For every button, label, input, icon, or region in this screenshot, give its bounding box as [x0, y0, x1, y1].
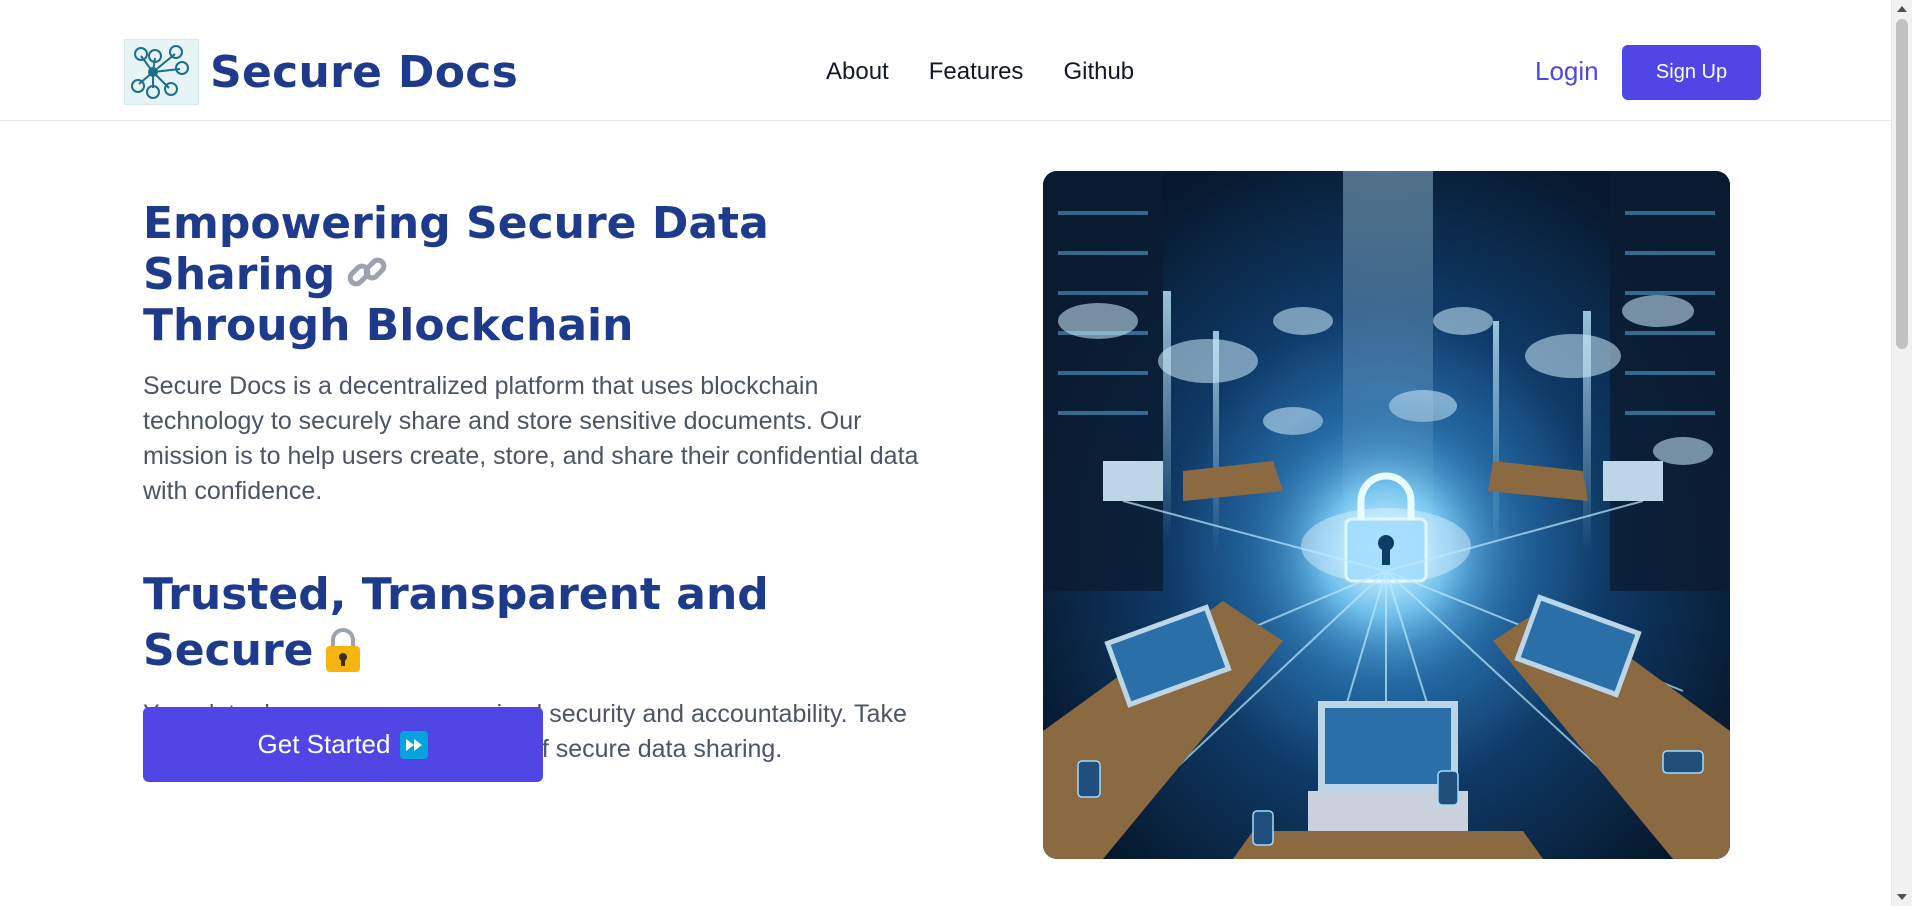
hero-description: Secure Docs is a decentralized platform …: [143, 372, 919, 505]
get-started-button[interactable]: Get Started: [143, 707, 543, 782]
fast-forward-icon: [400, 730, 429, 759]
network-people-icon: [124, 39, 199, 105]
page: Secure Docs About Features Github Login …: [0, 0, 1912, 906]
top-navbar: Secure Docs About Features Github Login …: [0, 0, 1891, 121]
nav-features[interactable]: Features: [929, 58, 1024, 86]
scroll-up-icon[interactable]: [1897, 6, 1907, 12]
login-link[interactable]: Login: [1535, 56, 1599, 87]
link-icon: [345, 251, 389, 295]
lock-icon: [323, 627, 363, 673]
hero-heading-line1: Empowering Secure Data Sharing: [143, 198, 769, 300]
hero-heading: Empowering Secure Data Sharing Through B…: [143, 198, 943, 351]
brand-name: Secure Docs: [210, 46, 519, 98]
nav-github[interactable]: Github: [1063, 58, 1134, 86]
scroll-thumb[interactable]: [1896, 19, 1908, 349]
main-nav: About Features Github: [826, 58, 1134, 86]
hero-illustration: [1043, 171, 1730, 859]
scroll-down-icon[interactable]: [1897, 894, 1907, 900]
brand-link[interactable]: Secure Docs: [124, 39, 518, 105]
hero-heading-line2: Through Blockchain: [143, 300, 634, 351]
hero-subheading-text: Trusted, Transparent and Secure: [143, 569, 769, 676]
hero-subheading: Trusted, Transparent and Secure: [143, 567, 943, 679]
hero-content: Empowering Secure Data Sharing Through B…: [143, 198, 943, 767]
nav-about[interactable]: About: [826, 58, 889, 86]
signup-button[interactable]: Sign Up: [1622, 45, 1761, 100]
get-started-label: Get Started: [257, 729, 391, 759]
vertical-scrollbar[interactable]: [1891, 0, 1912, 906]
